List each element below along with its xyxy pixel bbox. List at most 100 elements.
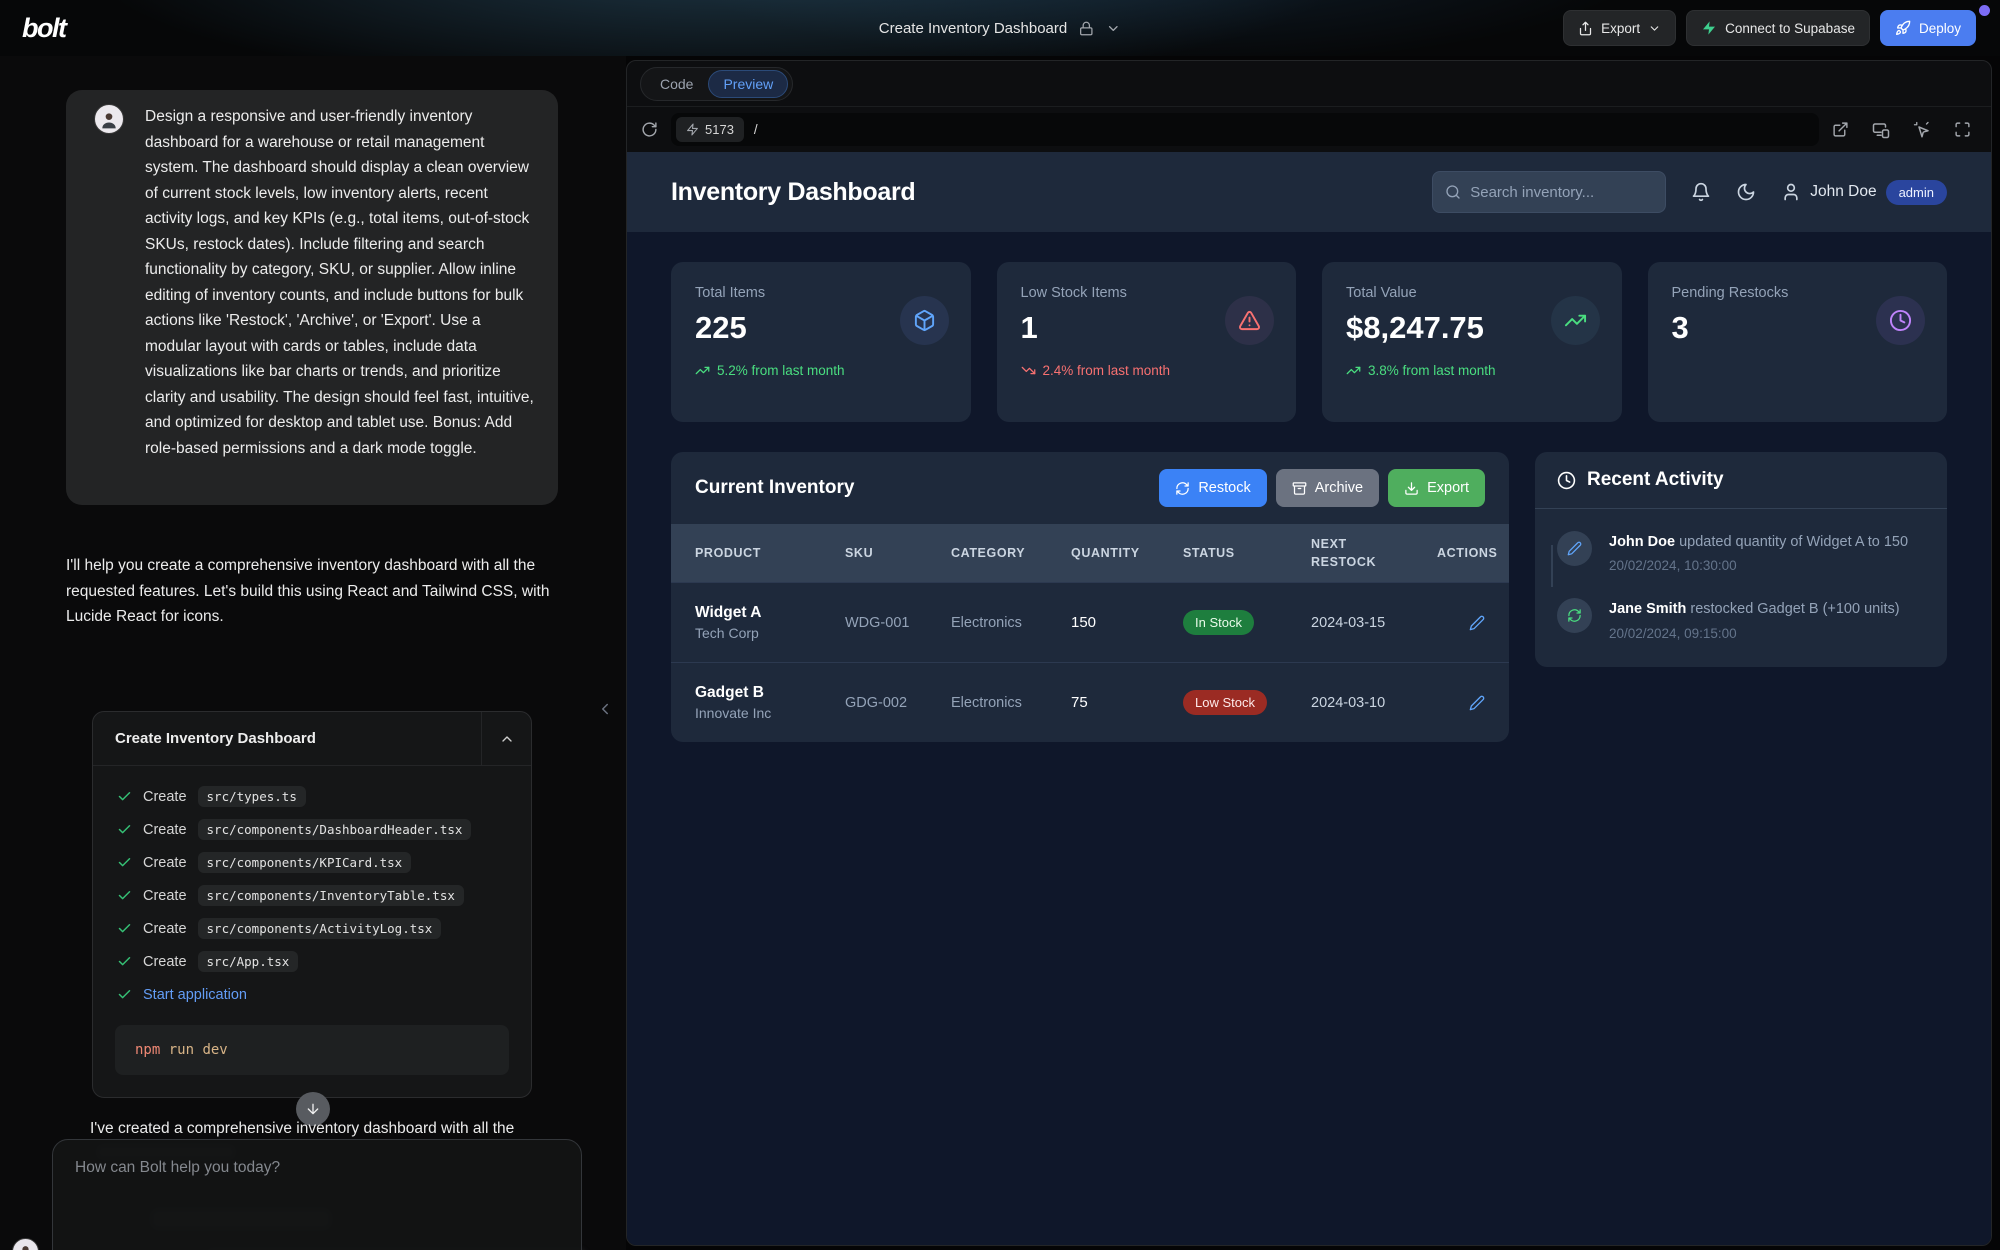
cell-category: Electronics bbox=[951, 695, 1071, 711]
product-name: Gadget B bbox=[695, 684, 845, 702]
col-sku: SKU bbox=[845, 544, 951, 562]
cell-sku: GDG-002 bbox=[845, 695, 951, 711]
rocket-icon bbox=[1895, 20, 1911, 36]
archive-button[interactable]: Archive bbox=[1276, 469, 1379, 507]
table-row: Widget A Tech Corp WDG-001 Electronics 1… bbox=[671, 582, 1509, 662]
trending-up-icon bbox=[695, 363, 710, 378]
cell-next-restock: 2024-03-15 bbox=[1311, 615, 1437, 631]
open-in-new-tab-icon[interactable] bbox=[1832, 121, 1849, 138]
export-csv-button[interactable]: Export bbox=[1388, 469, 1485, 507]
clock-icon bbox=[1557, 471, 1576, 490]
collapse-chat-chevron-icon[interactable] bbox=[596, 700, 614, 718]
notifications-bell-icon[interactable] bbox=[1691, 182, 1711, 202]
chat-input[interactable] bbox=[53, 1140, 581, 1226]
start-application-step[interactable]: Start application bbox=[93, 978, 531, 1011]
artifact-collapse-button[interactable] bbox=[481, 712, 531, 765]
bolt-logo: bolt bbox=[22, 13, 65, 44]
col-status: STATUS bbox=[1183, 544, 1311, 562]
dark-mode-moon-icon[interactable] bbox=[1736, 182, 1756, 202]
kpi-card-low-stock: Low Stock Items 1 2.4% from last month bbox=[997, 262, 1297, 422]
chevron-down-icon bbox=[1648, 22, 1661, 35]
arrow-down-icon bbox=[305, 1101, 321, 1117]
artifact-card: Create Inventory Dashboard Create src/ty… bbox=[92, 711, 532, 1098]
connect-supabase-button[interactable]: Connect to Supabase bbox=[1686, 10, 1870, 46]
step-file-path[interactable]: src/App.tsx bbox=[198, 951, 299, 972]
search-input[interactable] bbox=[1470, 184, 1653, 201]
reload-icon[interactable] bbox=[641, 121, 658, 138]
check-icon bbox=[117, 954, 132, 969]
kpi-card-pending-restocks: Pending Restocks 3 bbox=[1648, 262, 1948, 422]
col-actions: ACTIONS bbox=[1437, 544, 1497, 562]
check-icon bbox=[117, 921, 132, 936]
fullscreen-icon[interactable] bbox=[1954, 121, 1971, 138]
export-label: Export bbox=[1601, 21, 1640, 36]
artifact-step[interactable]: Create src/components/DashboardHeader.ts… bbox=[93, 813, 531, 846]
url-path[interactable]: / bbox=[754, 122, 758, 137]
person-photo-icon bbox=[16, 1243, 35, 1250]
lock-icon bbox=[1079, 21, 1094, 36]
recent-activity-card: Recent Activity John Doe updated quantit… bbox=[1535, 452, 1947, 667]
kpi-trend-text: 2.4% from last month bbox=[1043, 363, 1171, 378]
project-title: Create Inventory Dashboard bbox=[879, 20, 1067, 37]
dashboard-header: Inventory Dashboard John Doe admin bbox=[627, 152, 1991, 232]
artifact-step[interactable]: Create src/components/ActivityLog.tsx bbox=[93, 912, 531, 945]
user-avatar bbox=[94, 104, 124, 134]
product-supplier: Innovate Inc bbox=[695, 705, 845, 721]
col-product: PRODUCT bbox=[695, 544, 845, 562]
current-inventory-card: Current Inventory Restock Archive bbox=[671, 452, 1509, 742]
activity-timestamp: 20/02/2024, 09:15:00 bbox=[1609, 626, 1900, 641]
chat-panel: Design a responsive and user-friendly in… bbox=[0, 56, 626, 1250]
user-name: John Doe bbox=[1810, 183, 1876, 201]
export-button[interactable]: Export bbox=[1563, 10, 1676, 46]
user-chip[interactable]: John Doe admin bbox=[1781, 180, 1947, 205]
cell-quantity: 150 bbox=[1071, 614, 1183, 631]
artifact-step[interactable]: Create src/components/InventoryTable.tsx bbox=[93, 879, 531, 912]
timeline-connector bbox=[1551, 545, 1553, 587]
tab-code[interactable]: Code bbox=[645, 70, 708, 98]
artifact-step[interactable]: Create src/App.tsx bbox=[93, 945, 531, 978]
tab-preview[interactable]: Preview bbox=[708, 70, 788, 98]
product-supplier: Tech Corp bbox=[695, 625, 845, 641]
port-zap-icon bbox=[686, 123, 699, 136]
topbar: bolt Create Inventory Dashboard Export C… bbox=[0, 0, 2000, 56]
step-file-path[interactable]: src/components/DashboardHeader.tsx bbox=[198, 819, 472, 840]
user-message: Design a responsive and user-friendly in… bbox=[66, 90, 558, 505]
artifact-step[interactable]: Create src/components/KPICard.tsx bbox=[93, 846, 531, 879]
kpi-label: Low Stock Items bbox=[1021, 285, 1273, 301]
deploy-button[interactable]: Deploy bbox=[1880, 10, 1976, 46]
step-verb: Create bbox=[143, 822, 187, 838]
step-file-path[interactable]: src/components/InventoryTable.tsx bbox=[198, 885, 464, 906]
step-file-path[interactable]: src/components/ActivityLog.tsx bbox=[198, 918, 442, 939]
restock-label: Restock bbox=[1198, 480, 1250, 496]
table-header-row: PRODUCT SKU CATEGORY QUANTITY STATUS NEX… bbox=[671, 524, 1509, 582]
account-avatar[interactable] bbox=[12, 1238, 39, 1250]
activity-action: updated quantity of Widget A to 150 bbox=[1679, 534, 1908, 550]
inspector-pointer-icon[interactable] bbox=[1913, 121, 1931, 139]
terminal-command-box: npm run dev bbox=[115, 1025, 509, 1075]
col-next-restock: NEXT RESTOCK bbox=[1311, 535, 1393, 571]
preview-frame: Inventory Dashboard John Doe admin bbox=[627, 152, 1991, 1245]
port-pill[interactable]: 5173 bbox=[676, 117, 744, 142]
notification-dot bbox=[1979, 5, 1990, 16]
inventory-dashboard-app: Inventory Dashboard John Doe admin bbox=[627, 152, 1991, 1245]
check-icon bbox=[117, 855, 132, 870]
responsive-devices-icon[interactable] bbox=[1872, 121, 1890, 139]
url-box[interactable]: 5173 / bbox=[671, 113, 1819, 146]
edit-pencil-icon[interactable] bbox=[1469, 615, 1485, 631]
step-verb: Create bbox=[143, 954, 187, 970]
restock-button[interactable]: Restock bbox=[1159, 469, 1266, 507]
step-file-path[interactable]: src/types.ts bbox=[198, 786, 306, 807]
step-verb: Create bbox=[143, 888, 187, 904]
artifact-step[interactable]: Create src/types.ts bbox=[93, 780, 531, 813]
chevron-down-icon[interactable] bbox=[1106, 21, 1121, 36]
inventory-title: Current Inventory bbox=[695, 477, 854, 499]
step-verb: Create bbox=[143, 789, 187, 805]
edit-pencil-icon[interactable] bbox=[1469, 695, 1485, 711]
kpi-card-total-items: Total Items 225 5.2% from last month bbox=[671, 262, 971, 422]
step-file-path[interactable]: src/components/KPICard.tsx bbox=[198, 852, 412, 873]
kpi-card-total-value: Total Value $8,247.75 3.8% from last mon… bbox=[1322, 262, 1622, 422]
edit-pencil-icon bbox=[1567, 541, 1582, 556]
project-title-group[interactable]: Create Inventory Dashboard bbox=[879, 0, 1121, 56]
product-name: Widget A bbox=[695, 604, 845, 622]
kpi-label: Total Value bbox=[1346, 285, 1598, 301]
